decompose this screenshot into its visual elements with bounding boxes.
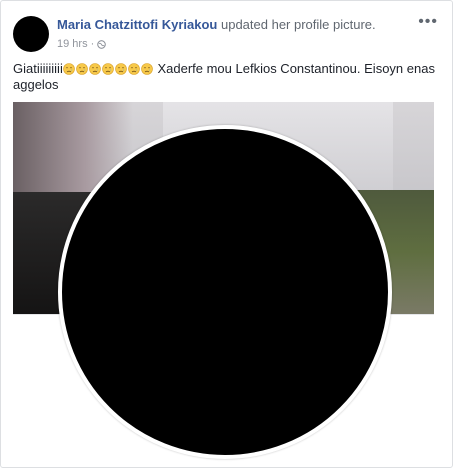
post-headline: Maria Chatzittofi Kyriakou updated her p… <box>57 17 376 33</box>
post-card: Maria Chatzittofi Kyriakou updated her p… <box>0 0 453 468</box>
crying-face-icon <box>63 63 76 75</box>
crying-face-icon <box>128 63 141 75</box>
post-meta: 19 hrs · <box>57 37 107 51</box>
post-body: Giatiiiiiiiii Xaderfe mou Lefkios Consta… <box>13 61 441 93</box>
globe-icon[interactable] <box>97 39 107 49</box>
crying-face-icon <box>102 63 115 75</box>
crying-face-icon <box>141 63 154 75</box>
post-text-prefix: Giatiiiiiiiii <box>13 61 63 76</box>
meta-separator: · <box>90 38 95 50</box>
emoji-row <box>63 61 154 76</box>
author-name-link[interactable]: Maria Chatzittofi Kyriakou <box>57 17 217 32</box>
author-avatar[interactable] <box>13 16 49 52</box>
crying-face-icon <box>115 63 128 75</box>
post-timestamp[interactable]: 19 hrs <box>57 37 88 51</box>
post-action-text: updated her profile picture. <box>220 17 376 32</box>
ellipsis-icon[interactable]: ••• <box>418 14 438 30</box>
profile-picture[interactable] <box>58 125 392 459</box>
crying-face-icon <box>89 63 102 75</box>
crying-face-icon <box>76 63 89 75</box>
